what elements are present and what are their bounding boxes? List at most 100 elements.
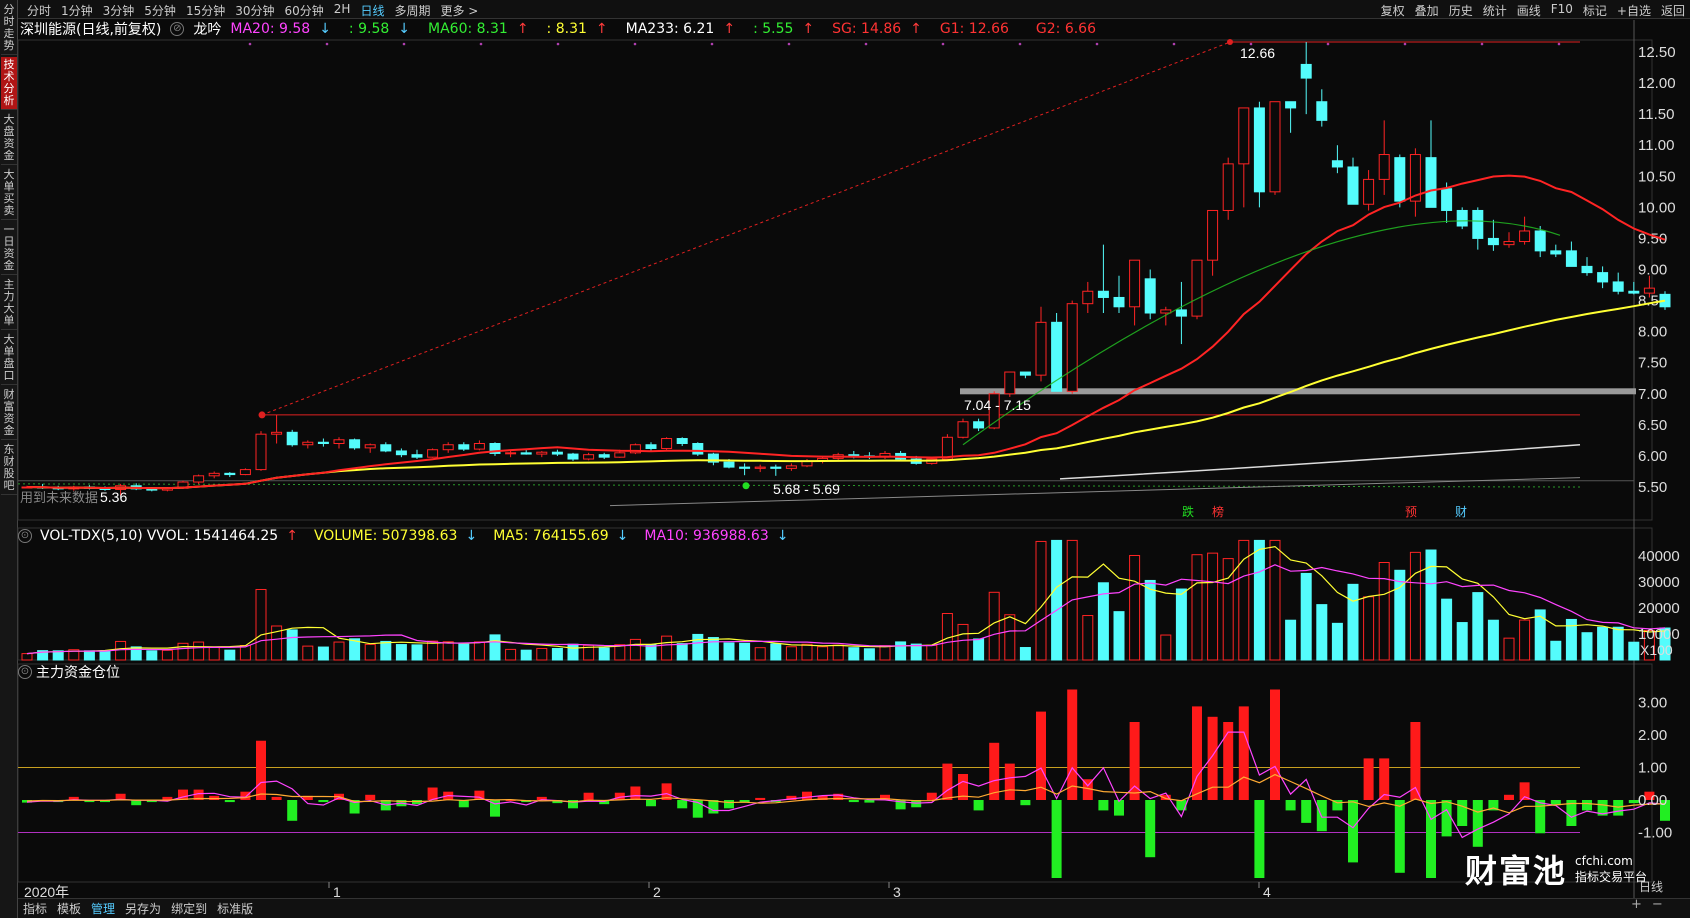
volume-bar <box>1456 622 1468 661</box>
price-tick: 5.50 <box>1638 479 1667 496</box>
zoom-out-button[interactable]: − <box>1652 897 1663 912</box>
bottom-tab[interactable]: 管理 <box>86 900 120 917</box>
fund-bar <box>365 794 376 800</box>
candle-body <box>1207 209 1219 261</box>
signal-dot <box>1018 42 1022 46</box>
low-dot <box>742 482 750 490</box>
event-marker: 榜 <box>1212 504 1224 519</box>
volume-bar <box>224 649 236 661</box>
candle-body <box>1129 259 1141 308</box>
candle-body <box>1300 63 1312 79</box>
price-tick: 7.50 <box>1638 355 1667 372</box>
volume-bar <box>1113 611 1125 661</box>
volume-bar <box>817 646 829 661</box>
volume-bar <box>754 647 766 661</box>
volume-bar <box>1191 554 1203 661</box>
candle-body <box>739 466 751 469</box>
price-tick: 10.00 <box>1638 199 1676 216</box>
volume-bar <box>1347 583 1359 661</box>
fund-bar <box>1285 800 1296 811</box>
fund-bar <box>926 792 937 800</box>
volume-bar <box>505 648 517 661</box>
volume-bar <box>1409 551 1421 661</box>
volume-bar <box>770 643 782 661</box>
ma20-line <box>26 174 1666 490</box>
volume-bar <box>832 644 844 661</box>
candle-body <box>614 452 626 458</box>
fund-bar <box>755 797 766 800</box>
candle-body <box>505 452 517 455</box>
volume-bar <box>926 644 938 661</box>
volume-bar <box>1534 609 1546 661</box>
volume-bar <box>1207 552 1219 661</box>
volume-bar <box>785 646 797 661</box>
volume-bar <box>99 650 111 661</box>
settings-icon[interactable]: ⊙ <box>18 529 32 543</box>
settings-icon[interactable]: ⊙ <box>18 665 32 679</box>
candle-body <box>1222 163 1234 211</box>
volume-legend-item: MA5: 764155.69 ↓ <box>493 528 636 544</box>
volume-bar <box>895 641 907 661</box>
signal-dot <box>325 42 329 46</box>
volume-tick: 30000 <box>1638 574 1680 591</box>
candle-body <box>1004 371 1016 395</box>
fund-bar <box>973 800 984 811</box>
bottom-tab[interactable]: 另存为 <box>120 900 166 917</box>
candle-body <box>317 441 329 444</box>
bottom-tab[interactable]: 绑定到 <box>166 900 212 917</box>
indicator-tick: 2.00 <box>1638 727 1667 744</box>
volume-bar <box>380 640 392 661</box>
legend-arrow: ↑ <box>286 528 298 544</box>
candle-body <box>1175 309 1187 317</box>
candle-body <box>458 444 470 450</box>
candle-body <box>1565 250 1577 267</box>
volume-bar <box>1472 592 1484 661</box>
volume-bar <box>1550 640 1562 661</box>
volume-legend-items: VVOL: 1541464.25 ↑ VOLUME: 507398.63 ↓ MA5: … <box>147 528 805 544</box>
volume-bar <box>239 644 251 661</box>
trend-start-dot <box>258 411 266 419</box>
volume-bar <box>536 647 548 661</box>
candle-body <box>1316 101 1328 121</box>
fund-bar <box>1020 800 1031 806</box>
candle-body <box>1534 230 1546 252</box>
candle-body <box>239 469 251 476</box>
bottom-tab[interactable]: 标准版 <box>212 900 258 917</box>
zoom-in-button[interactable]: + <box>1631 897 1642 912</box>
volume-bar <box>411 644 423 661</box>
volume-bar <box>427 640 439 661</box>
volume-bar <box>1597 626 1609 661</box>
fund-bar <box>1363 758 1374 800</box>
fund-bar <box>1223 722 1234 800</box>
volume-bar <box>286 629 298 661</box>
fund-bar <box>271 796 282 800</box>
candle-body <box>286 431 298 446</box>
trend-end-dot <box>1227 39 1233 46</box>
candle-body <box>1269 101 1281 193</box>
indicator-tick: 3.00 <box>1638 695 1667 712</box>
signal-dot <box>633 42 637 46</box>
volume-bar <box>614 644 626 661</box>
candle-body <box>1394 157 1406 202</box>
bottom-tab[interactable]: 模板 <box>52 900 86 917</box>
candle-body <box>1472 209 1484 239</box>
volume-bar <box>395 644 407 661</box>
volume-bar <box>193 641 205 661</box>
legend-value: MA5: 764155.69 <box>493 528 609 544</box>
fund-bar <box>1394 800 1405 873</box>
volume-bar <box>1612 626 1624 661</box>
fund-bar <box>630 786 641 800</box>
candle-body <box>1612 281 1624 292</box>
ma233-line <box>1059 443 1581 480</box>
volume-bar <box>1160 634 1172 661</box>
candle-body <box>380 444 392 452</box>
candle-body <box>1160 309 1172 314</box>
candle-body <box>1487 237 1499 246</box>
candle-body <box>973 421 985 429</box>
volume-bar <box>1331 622 1343 661</box>
volume-bar <box>973 638 985 661</box>
candle-body <box>941 436 953 460</box>
indicator-legend: ⊙ 主力资金仓位 <box>18 663 120 681</box>
fund-bar <box>318 800 329 803</box>
bottom-tab[interactable]: 指标 <box>18 900 52 917</box>
